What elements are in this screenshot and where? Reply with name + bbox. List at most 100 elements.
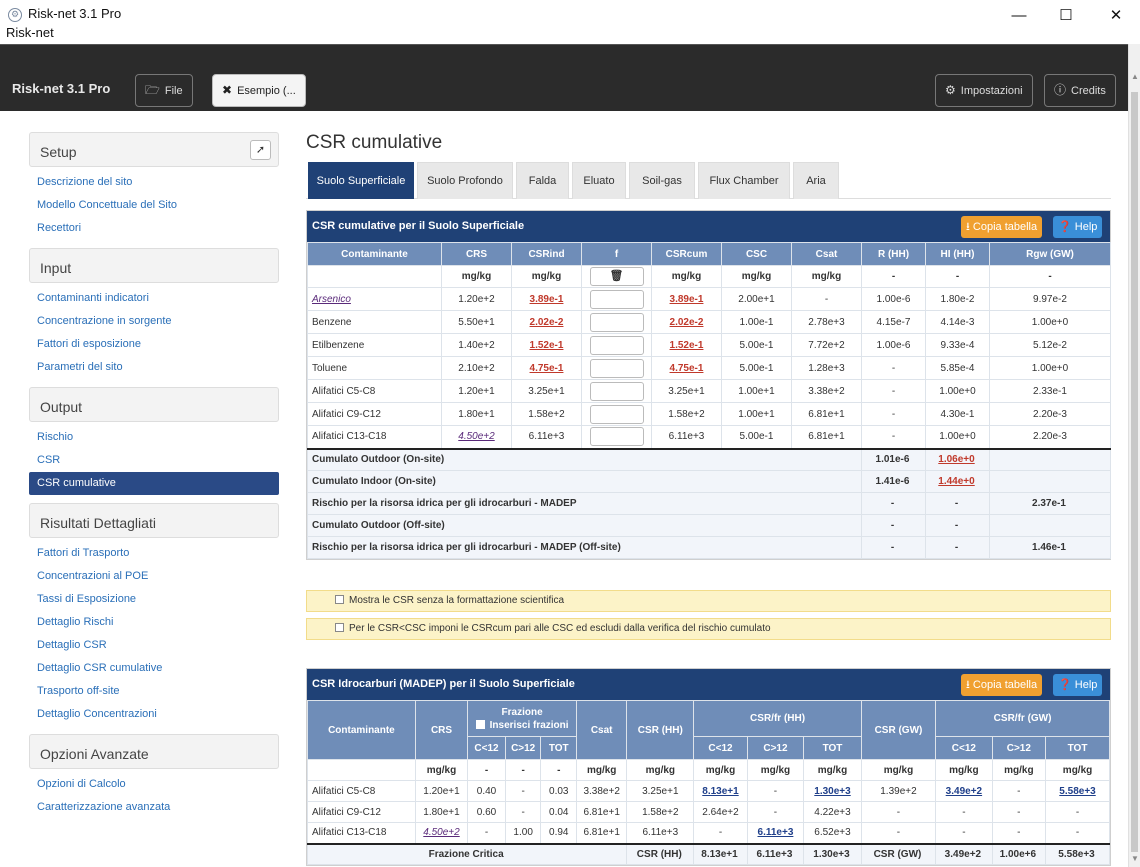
minimize-button[interactable]: — [996,6,1042,28]
file-button[interactable]: 🗁 File [135,74,193,107]
gt-value: - [1075,827,1080,839]
summary-rgw [989,470,1111,493]
f-input[interactable] [589,404,644,424]
app-logo-icon: ⚙ [8,8,22,22]
col-header: CSR/fr (GW) [935,700,1110,737]
f-input[interactable] [589,335,644,355]
h2-value[interactable]: 6.11e+3 [758,827,794,838]
h1-value: - [718,827,723,839]
csrcum-value[interactable]: 4.75e-1 [670,363,704,374]
csrcum-value[interactable]: 3.89e-1 [670,294,704,305]
sidebar-item-rischio[interactable]: Rischio [29,426,279,449]
f1-value: - [484,827,489,839]
maximize-button[interactable]: ☐ [1043,6,1089,28]
vertical-scrollbar[interactable]: ▲ ▼ [1128,44,1140,867]
sidebar-item-concentrazioni-poe[interactable]: Concentrazioni al POE [29,565,279,588]
csat-value: - [791,287,862,311]
hi-hh-value: 5.85e-4 [925,356,990,380]
summary-label: Cumulato Outdoor (On-site) [307,447,862,471]
csrind-value[interactable]: 3.89e-1 [530,294,564,305]
scroll-up-icon[interactable]: ▲ [1131,72,1139,81]
crs-value[interactable]: 4.50e+2 [423,827,459,838]
app-brand[interactable]: Risk-net 3.1 Pro [12,81,110,96]
scrollbar-thumb[interactable] [1131,92,1138,852]
sidebar-item-caratterizzazione[interactable]: Caratterizzazione avanzata [29,796,279,819]
sidebar-item-tassi-esposizione[interactable]: Tassi di Esposizione [29,588,279,611]
csrind-value: 1.58e+2 [528,408,565,420]
f-input[interactable] [589,358,644,378]
checkbox[interactable] [335,623,344,632]
g1-value[interactable]: 3.49e+2 [946,786,982,797]
table-row: Alifatici C5-C8 1.20e+1 3.25e+1 3.25e+1 1.00… [307,379,1111,403]
frazione-critica-row: Frazione Critica CSR (HH) 8.13e+1 6.11e+… [306,842,1110,865]
sidebar-item-recettori[interactable]: Recettori [29,217,279,240]
tab-eluato[interactable]: Eluato [572,162,626,199]
sidebar-item-opzioni-calcolo[interactable]: Opzioni di Calcolo [29,773,279,796]
settings-button[interactable]: ⚙ Impostazioni [935,74,1033,107]
sidebar-item-csr[interactable]: CSR [29,449,279,472]
csc-value: 1.00e-1 [721,310,792,334]
contaminant-name[interactable]: Arsenico [307,287,442,311]
sidebar-item-csr-cumulative[interactable]: CSR cumulative [29,472,279,495]
f-input[interactable] [589,381,644,401]
close-window-button[interactable]: ✕ [1093,6,1139,28]
example-file-tab[interactable]: ✖ Esempio (... [212,74,306,107]
pin-icon[interactable]: ➚ [250,140,271,160]
hi-hh-value: 1.00e+0 [925,379,990,403]
csrind-value[interactable]: 1.52e-1 [530,340,564,351]
tab-aria[interactable]: Aria [793,162,839,199]
trash-icon[interactable]: 🗑 [589,267,644,286]
ht-value[interactable]: 1.30e+3 [814,786,850,797]
csrhh-value: 1.58e+2 [642,806,679,818]
csat-value: 2.78e+3 [791,310,862,334]
tab-falda[interactable]: Falda [516,162,569,199]
h1-value[interactable]: 8.13e+1 [702,786,738,797]
copy-table-button[interactable]: ⭳ Copia tabella [961,674,1043,696]
sidebar-item-dettaglio-concentrazioni[interactable]: Dettaglio Concentrazioni [29,703,279,726]
sidebar-item-trasporto-offsite[interactable]: Trasporto off-site [29,680,279,703]
crs-value[interactable]: 4.50e+2 [458,431,494,442]
sidebar-item-dettaglio-csr[interactable]: Dettaglio CSR [29,634,279,657]
sidebar-item-dettaglio-rischi[interactable]: Dettaglio Rischi [29,611,279,634]
csrcum-value[interactable]: 2.02e-2 [670,317,704,328]
gt-value[interactable]: 5.58e+3 [1059,786,1095,797]
sidebar-item-dettaglio-csr-cumulative[interactable]: Dettaglio CSR cumulative [29,657,279,680]
sidebar-item-descrizione-sito[interactable]: Descrizione del sito [29,171,279,194]
tab-soil-gas[interactable]: Soil-gas [629,162,695,199]
f-input[interactable] [589,289,644,309]
summary-r: - [861,492,926,515]
summary-hi[interactable]: 1.06e+0 [938,454,974,465]
notice-no-scientific[interactable]: Mostra le CSR senza la formattazione sci… [306,590,1111,612]
sidebar-item-parametri-sito[interactable]: Parametri del sito [29,356,279,379]
tab-flux-chamber[interactable]: Flux Chamber [698,162,790,199]
menu-title[interactable]: Risk-net [6,25,54,40]
scroll-down-icon[interactable]: ▼ [1131,854,1139,863]
sidebar-item-contaminanti[interactable]: Contaminanti indicatori [29,287,279,310]
summary-hi[interactable]: 1.44e+0 [938,476,974,487]
rgw-value: 2.33e-1 [989,379,1111,403]
credits-button[interactable]: ⓘ Credits [1044,74,1116,107]
sidebar-item-concentrazione-sorgente[interactable]: Concentrazione in sorgente [29,310,279,333]
f-input[interactable] [589,427,644,447]
checkbox[interactable] [335,595,344,604]
summary-hi: - [954,520,959,531]
checkbox[interactable] [475,719,485,729]
copy-table-button[interactable]: ⭳ Copia tabella [961,216,1043,238]
help-button[interactable]: ❓ Help [1053,216,1103,238]
f-input[interactable] [589,312,644,332]
help-button[interactable]: ❓ Help [1053,674,1103,696]
sidebar: Setup ➚ Descrizione del sito Modello Con… [29,132,279,827]
sidebar-item-fattori-esposizione[interactable]: Fattori di esposizione [29,333,279,356]
tab-suolo-profondo[interactable]: Suolo Profondo [417,162,513,199]
window-title: Risk-net 3.1 Pro [28,6,122,21]
csrind-value[interactable]: 4.75e-1 [530,363,564,374]
csrcum-value[interactable]: 1.52e-1 [670,340,704,351]
hi-hh-value: 9.33e-4 [925,333,990,357]
close-circle-icon[interactable]: ✖ [222,75,232,106]
tab-suolo-superficiale[interactable]: Suolo Superficiale [308,162,414,199]
sidebar-item-fattori-trasporto[interactable]: Fattori di Trasporto [29,542,279,565]
hi-hh-value: 4.14e-3 [925,310,990,334]
csrind-value[interactable]: 2.02e-2 [530,317,564,328]
notice-csr-csc[interactable]: Per le CSR<CSC imponi le CSRcum pari all… [306,618,1111,640]
sidebar-item-modello-concettuale[interactable]: Modello Concettuale del Sito [29,194,279,217]
